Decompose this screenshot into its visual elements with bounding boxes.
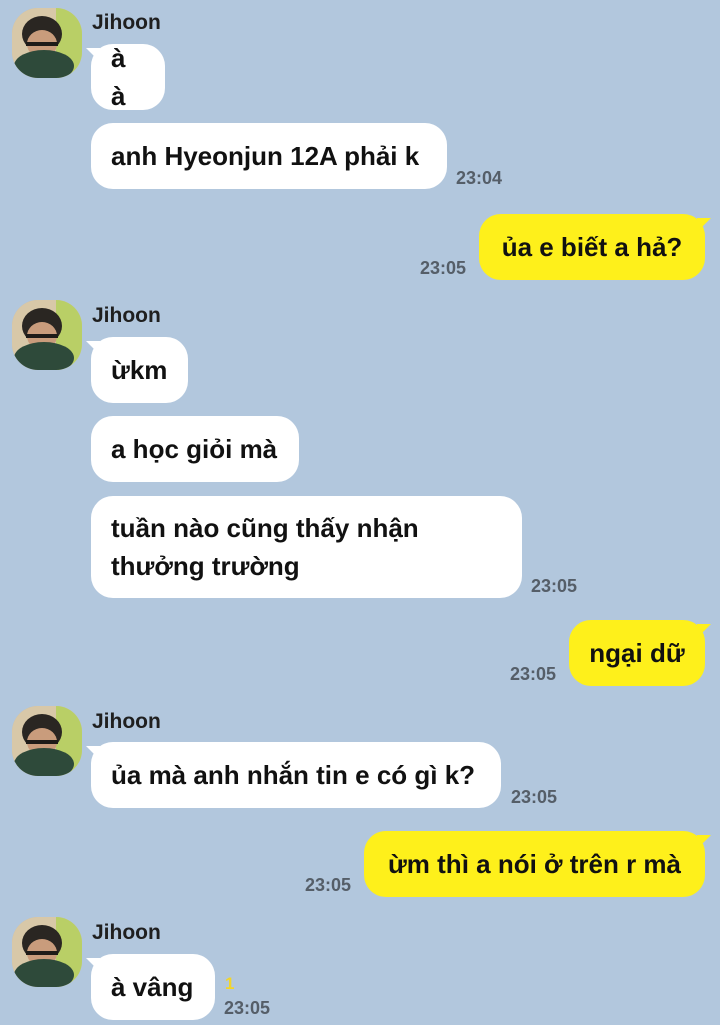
sender-name: Jihoon bbox=[92, 304, 161, 327]
contact-avatar[interactable] bbox=[12, 300, 82, 370]
message-time: 23:05 bbox=[531, 576, 578, 596]
message-text: ủa e biết a hả? bbox=[501, 232, 683, 262]
outgoing-message[interactable]: ủa e biết a hả? bbox=[479, 214, 705, 280]
contact-avatar[interactable] bbox=[12, 8, 82, 78]
contact-avatar[interactable] bbox=[12, 917, 82, 987]
contact-avatar[interactable] bbox=[12, 706, 82, 776]
sender-name: Jihoon bbox=[92, 710, 161, 733]
outgoing-message[interactable]: ừm thì a nói ở trên r mà bbox=[364, 831, 705, 897]
message-text: ừm thì a nói ở trên r mà bbox=[387, 849, 682, 879]
bubble-tail bbox=[697, 218, 711, 232]
message-text: ủa mà anh nhắn tin e có gì k? bbox=[111, 760, 476, 790]
incoming-message[interactable]: ừkm bbox=[91, 337, 188, 403]
message-time: 23:05 bbox=[420, 258, 467, 278]
incoming-message[interactable]: à vâng bbox=[91, 954, 215, 1020]
sender-name: Jihoon bbox=[92, 11, 161, 34]
message-text: ừkm bbox=[111, 355, 168, 385]
message-time: 23:04 bbox=[456, 168, 503, 188]
incoming-message[interactable]: ủa mà anh nhắn tin e có gì k? bbox=[91, 742, 501, 808]
outgoing-message[interactable]: ngại dữ bbox=[569, 620, 705, 686]
incoming-message[interactable]: à à bbox=[91, 43, 165, 111]
message-time: 23:05 bbox=[305, 875, 352, 895]
unread-count: 1 bbox=[225, 974, 235, 993]
bubble-tail bbox=[697, 835, 711, 849]
incoming-message[interactable]: anh Hyeonjun 12A phải k bbox=[91, 123, 447, 189]
message-text: a học giỏi mà bbox=[111, 434, 278, 464]
message-text: à à bbox=[111, 43, 126, 111]
message-time: 23:05 bbox=[224, 998, 271, 1018]
message-time: 23:05 bbox=[510, 664, 557, 684]
message-text: anh Hyeonjun 12A phải k bbox=[111, 141, 420, 171]
sender-name: Jihoon bbox=[92, 921, 161, 944]
incoming-message[interactable]: tuần nào cũng thấy nhận thưởng trường bbox=[91, 496, 522, 598]
incoming-message[interactable]: a học giỏi mà bbox=[91, 416, 299, 482]
message-text: ngại dữ bbox=[589, 638, 685, 668]
bubble-tail bbox=[697, 624, 711, 638]
message-text: à vâng bbox=[111, 972, 194, 1002]
message-time: 23:05 bbox=[511, 787, 558, 807]
message-text: tuần nào cũng thấy nhận thưởng trường bbox=[111, 513, 419, 581]
